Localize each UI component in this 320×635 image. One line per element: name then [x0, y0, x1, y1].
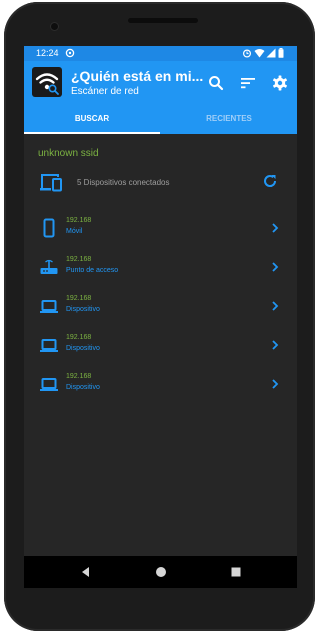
laptop-icon [40, 378, 58, 391]
device-list-item[interactable]: 192.168 Dispositivo [24, 329, 297, 368]
tab-buscar[interactable]: BUSCAR [24, 104, 160, 134]
chevron-right-icon [272, 379, 279, 389]
device-type: Dispositivo [66, 306, 100, 313]
wifi-icon [254, 49, 265, 58]
phone-frame: 12:24 ¿Quién está en mi... Escáner de re… [4, 2, 315, 631]
laptop-icon [40, 300, 58, 313]
signal-icon [266, 48, 276, 58]
device-ip: 192.168 [66, 373, 92, 380]
screen: 12:24 ¿Quién está en mi... Escáner de re… [24, 46, 297, 588]
app-logo [32, 67, 62, 97]
settings-icon[interactable] [271, 74, 289, 92]
device-type: Dispositivo [66, 345, 100, 352]
wifi-scanner-logo-icon [35, 73, 59, 95]
recents-icon[interactable] [228, 564, 244, 580]
device-type: Punto de acceso [66, 267, 119, 274]
device-list-item[interactable]: 192.168 Dispositivo [24, 368, 297, 407]
status-time: 12:24 [36, 48, 59, 58]
chevron-right-icon [272, 262, 279, 272]
chevron-right-icon [272, 223, 279, 233]
home-icon[interactable] [153, 564, 169, 580]
device-ip: 192.168 [66, 334, 92, 341]
battery-icon [278, 48, 284, 58]
device-list-item[interactable]: 192.168 Punto de acceso [24, 251, 297, 290]
device-list-item[interactable]: 192.168 Dispositivo [24, 290, 297, 329]
device-ip: 192.168 [66, 256, 92, 263]
app-subtitle: Escáner de red [71, 86, 139, 97]
device-type: Móvil [66, 228, 83, 235]
connected-devices-count: 5 Dispositivos conectados [77, 178, 170, 187]
network-ssid: unknown ssid [38, 148, 99, 159]
app-bar: ¿Quién está en mi... Escáner de red [24, 61, 297, 104]
tab-recientes[interactable]: RECIENTES [161, 104, 297, 134]
smartphone-icon [43, 218, 55, 238]
refresh-icon[interactable] [262, 173, 278, 189]
settings-sync-icon [65, 48, 75, 58]
status-bar: 12:24 [24, 46, 297, 61]
earpiece [128, 18, 198, 23]
laptop-icon [40, 339, 58, 352]
system-nav-bar [24, 556, 297, 588]
device-ip: 192.168 [66, 217, 92, 224]
back-icon[interactable] [78, 564, 94, 580]
chevron-right-icon [272, 301, 279, 311]
devices-icon [40, 174, 62, 192]
tab-bar: BUSCAR RECIENTES [24, 104, 297, 134]
alarm-icon [242, 49, 252, 58]
router-icon [40, 259, 58, 274]
sort-icon[interactable] [239, 74, 257, 92]
app-title: ¿Quién está en mi... [71, 68, 204, 84]
device-ip: 192.168 [66, 295, 92, 302]
device-type: Dispositivo [66, 384, 100, 391]
device-list-item[interactable]: 192.168 Móvil [24, 212, 297, 251]
search-icon[interactable] [207, 74, 225, 92]
front-camera [51, 23, 58, 30]
chevron-right-icon [272, 340, 279, 350]
